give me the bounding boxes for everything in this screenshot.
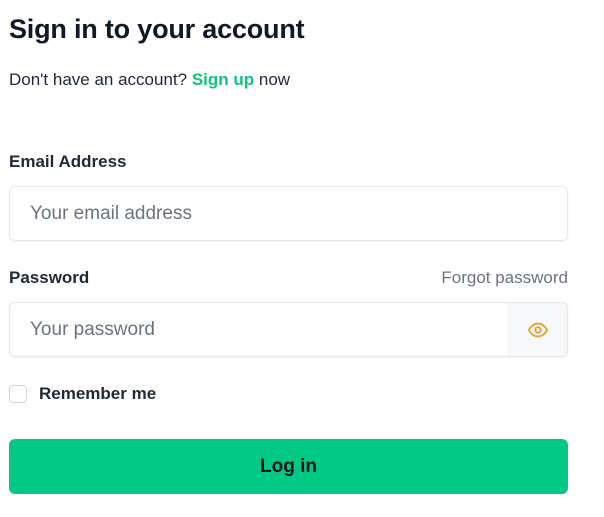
page-title: Sign in to your account: [9, 14, 305, 44]
login-button[interactable]: Log in: [9, 439, 568, 494]
password-label: Password: [9, 268, 90, 287]
forgot-password-link[interactable]: Forgot password: [441, 268, 568, 288]
password-field-container: [9, 302, 568, 357]
signup-suffix-text: now: [258, 70, 291, 89]
toggle-password-visibility-button[interactable]: [508, 303, 567, 356]
remember-me-row[interactable]: Remember me: [9, 382, 156, 406]
email-field-container: [9, 186, 568, 241]
signup-link[interactable]: Sign up: [192, 70, 254, 89]
email-label: Email Address: [9, 152, 127, 171]
signup-prompt: Don't have an account? Sign up now: [9, 70, 290, 90]
email-input[interactable]: [10, 187, 567, 240]
remember-me-label: Remember me: [39, 384, 157, 403]
password-input[interactable]: [10, 303, 509, 356]
eye-icon: [527, 322, 549, 337]
remember-me-checkbox[interactable]: [9, 385, 27, 403]
signup-prompt-text: Don't have an account?: [9, 70, 188, 89]
